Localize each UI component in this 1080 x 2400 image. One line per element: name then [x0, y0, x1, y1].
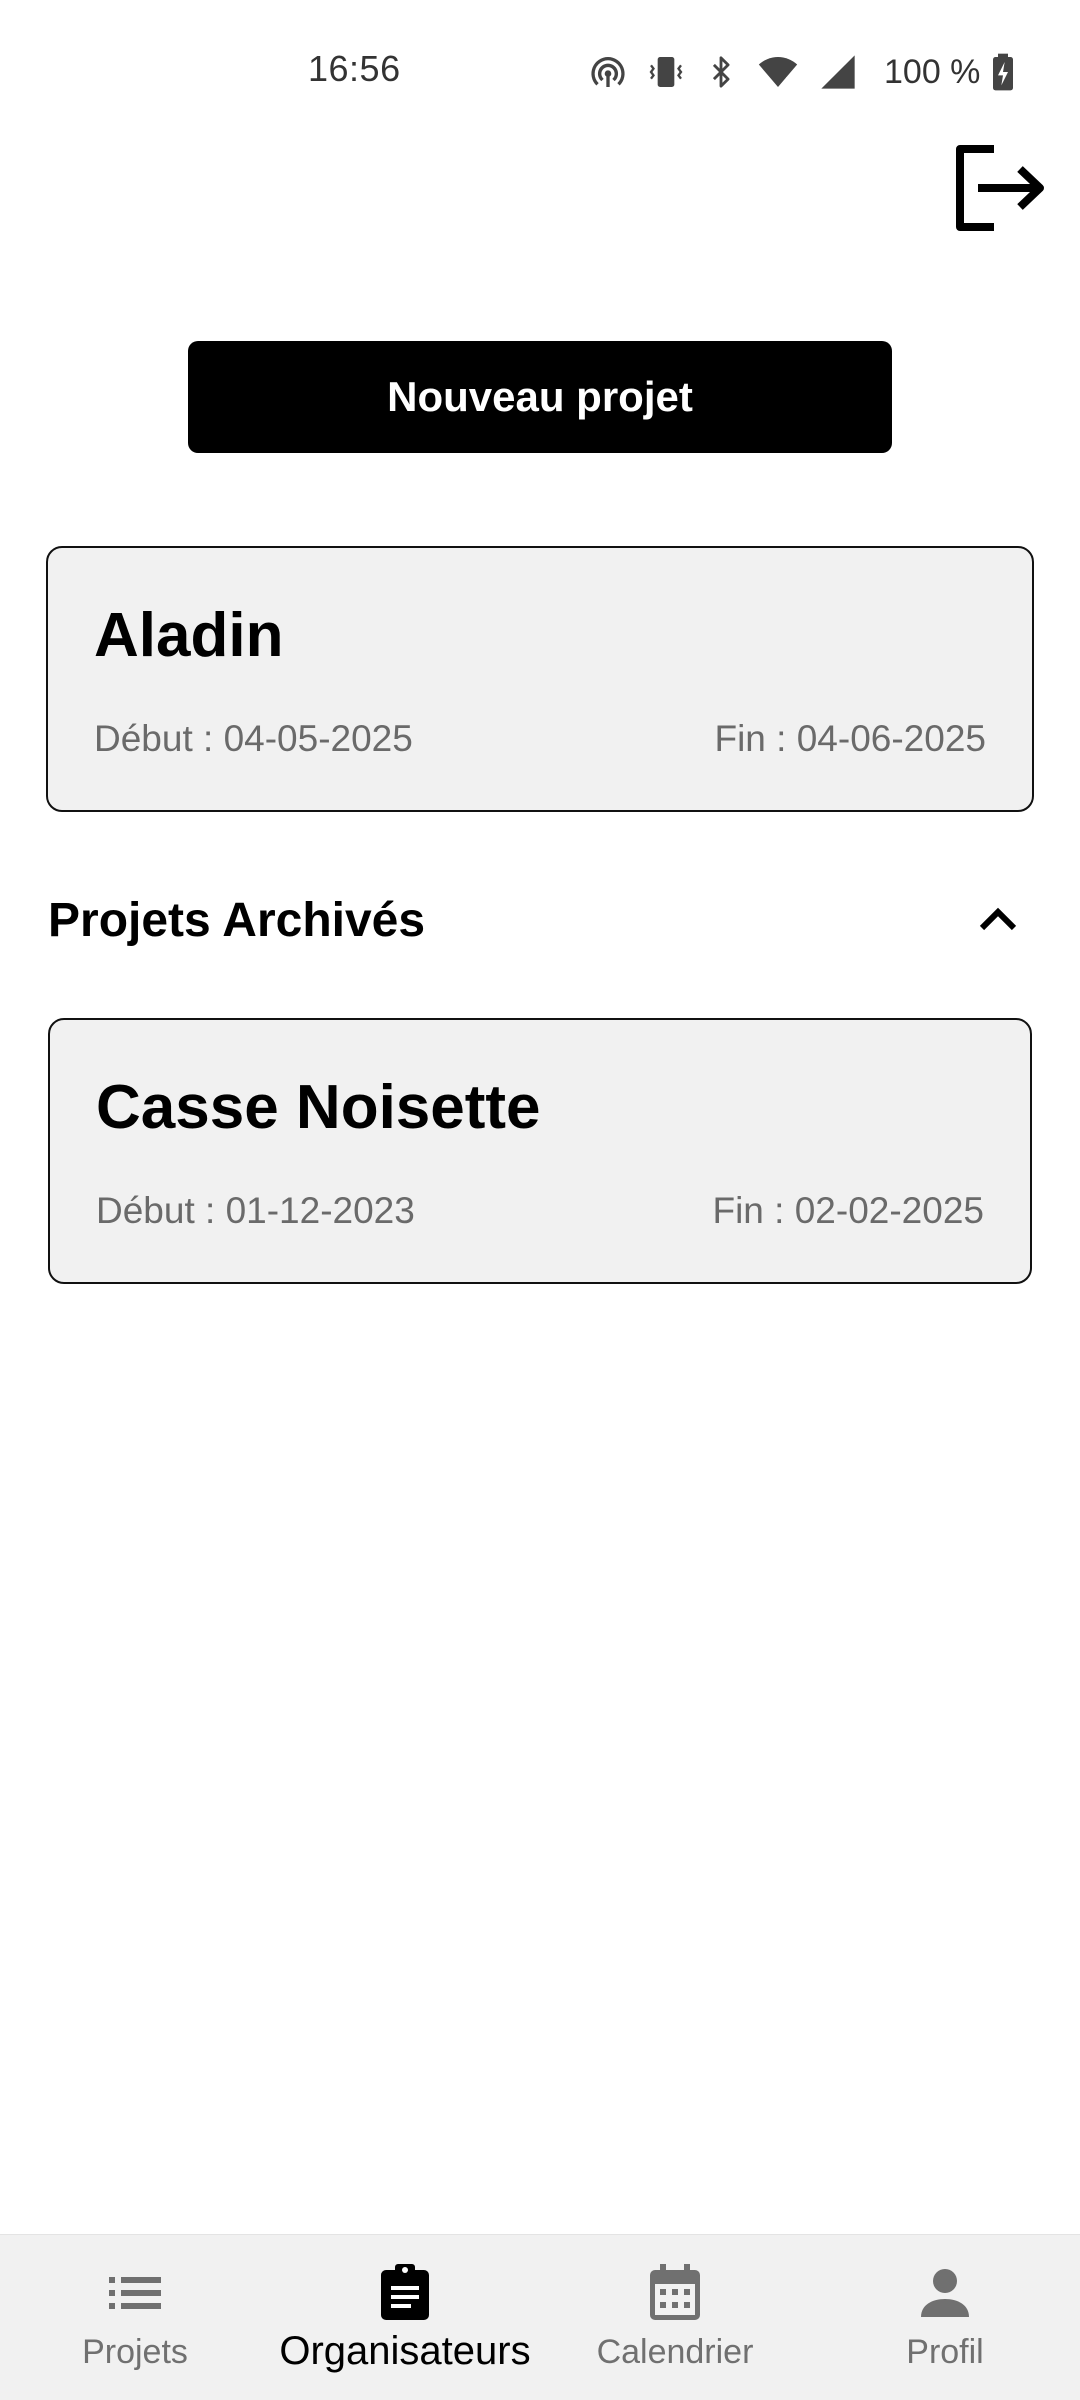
nav-label: Profil [906, 2333, 984, 2371]
nav-label: Organisateurs [279, 2329, 531, 2373]
list-icon [107, 2261, 163, 2325]
signal-icon [818, 52, 858, 92]
screen: 16:56 100 % Nouveau projet Aladin Début … [0, 0, 1080, 2400]
person-icon [919, 2261, 971, 2325]
wifi-icon [756, 52, 800, 92]
calendar-icon [648, 2261, 702, 2325]
project-title: Casse Noisette [96, 1073, 541, 1142]
project-card[interactable]: Aladin Début : 04-05-2025 Fin : 04-06-20… [46, 546, 1034, 812]
bottom-navigation: Projets Organisateurs Calendrier Profil [0, 2234, 1080, 2400]
project-title: Aladin [94, 601, 284, 670]
nav-label: Projets [82, 2333, 188, 2371]
bluetooth-icon [704, 52, 738, 92]
hotspot-icon [588, 52, 628, 92]
nav-item-profil[interactable]: Profil [810, 2235, 1080, 2400]
project-end-date: Fin : 02-02-2025 [712, 1190, 984, 1231]
project-start-date: Début : 04-05-2025 [94, 718, 413, 759]
project-start-date: Début : 01-12-2023 [96, 1190, 415, 1231]
battery-charging-icon [990, 52, 1016, 92]
logout-icon [952, 143, 1048, 238]
chevron-up-icon [978, 904, 1018, 937]
collapse-toggle-button[interactable] [968, 890, 1028, 950]
clipboard-icon [379, 2261, 431, 2325]
archived-project-card[interactable]: Casse Noisette Début : 01-12-2023 Fin : … [48, 1018, 1032, 1284]
archived-section-header[interactable]: Projets Archivés [48, 880, 1028, 960]
new-project-button[interactable]: Nouveau projet [188, 341, 892, 453]
battery-percentage: 100 % [884, 52, 981, 91]
archived-section-title: Projets Archivés [48, 893, 426, 947]
status-bar: 16:56 100 % [0, 0, 1080, 140]
nav-label: Calendrier [596, 2333, 754, 2371]
nav-item-calendrier[interactable]: Calendrier [540, 2235, 810, 2400]
vibrate-icon [646, 52, 686, 92]
logout-button[interactable] [948, 142, 1052, 238]
nav-item-projets[interactable]: Projets [0, 2235, 270, 2400]
status-time: 16:56 [308, 48, 401, 89]
project-end-date: Fin : 04-06-2025 [714, 718, 986, 759]
status-icons: 100 % [588, 50, 1016, 94]
nav-item-organisateurs[interactable]: Organisateurs [270, 2235, 540, 2400]
